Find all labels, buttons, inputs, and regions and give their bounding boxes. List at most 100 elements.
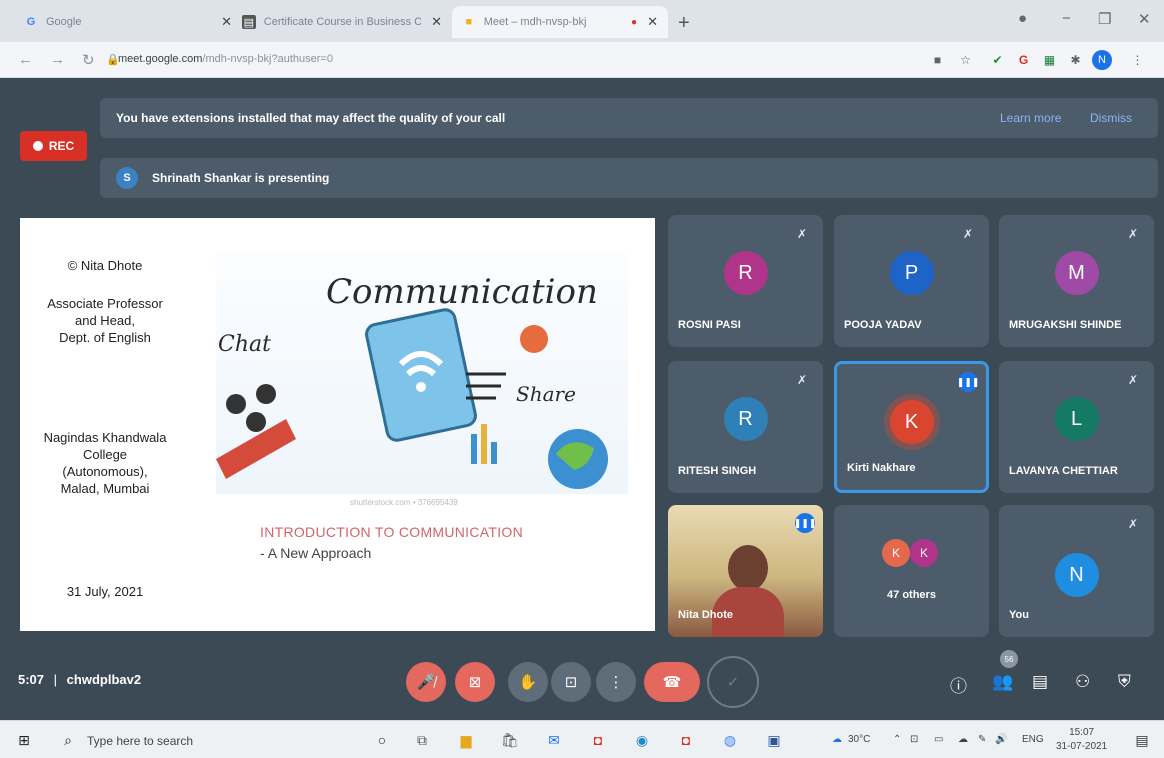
clock[interactable]: 15:07 31-07-2021 (1056, 726, 1107, 754)
star-icon[interactable]: ☆ (958, 52, 973, 67)
url-field[interactable]: meet.google.com/mdh-nvsp-bkj?authuser=0 (118, 53, 333, 65)
cloud-icon[interactable]: ☁ (958, 734, 968, 745)
participant-name: Nita Dhote (678, 609, 733, 621)
dismiss-link[interactable]: Dismiss (1090, 111, 1132, 125)
participant-tile[interactable]: ✗ M MRUGAKSHI SHINDE (999, 215, 1154, 347)
mic-off-icon: ✗ (797, 227, 808, 241)
maximize-button[interactable]: ❐ (1098, 10, 1111, 28)
pen-icon[interactable]: ✎ (978, 734, 986, 745)
presenting-banner: S Shrinath Shankar is presenting (100, 158, 1158, 198)
college-line-3: (Autonomous), (62, 464, 148, 479)
profile-avatar[interactable]: N (1092, 50, 1112, 70)
presentation-slide: © Nita Dhote Associate Professor and Hea… (20, 218, 655, 631)
mic-off-icon: ✗ (1128, 227, 1139, 241)
volume-icon[interactable]: 🔊 (995, 734, 1007, 745)
chat-icon[interactable]: ▤ (1032, 672, 1048, 692)
role-line-1: Associate Professor (47, 296, 163, 311)
self-tile[interactable]: ✗ N You (999, 505, 1154, 637)
people-icon[interactable]: 👥 (992, 672, 1013, 692)
host-controls-icon[interactable]: ⛨ (1118, 672, 1131, 692)
avatar: M (1054, 251, 1099, 295)
mcafee-icon-2[interactable]: ◘ (676, 730, 696, 750)
presenter-avatar: S (116, 167, 138, 189)
doc-icon: ▤ (242, 15, 256, 29)
profile-dot-icon[interactable]: ● (1018, 10, 1027, 27)
participant-video-tile[interactable]: ❚❚❚ Nita Dhote (668, 505, 823, 637)
mcafee-icon[interactable]: ◘ (588, 730, 608, 750)
tray-overflow-icon[interactable]: ⌃ (893, 734, 901, 745)
slide-subtitle: - A New Approach (260, 545, 372, 561)
task-view-icon[interactable]: ⧉ (412, 730, 432, 750)
url-path: /mdh-nvsp-bkj?authuser=0 (202, 53, 333, 65)
extensions-banner: You have extensions installed that may a… (100, 98, 1158, 138)
weather-temp[interactable]: 30°C (848, 734, 870, 745)
others-count-label: 47 others (887, 589, 936, 601)
camera-off-icon: ⊠ (468, 674, 482, 691)
speaking-indicator-icon: ❚❚❚ (957, 372, 979, 392)
more-options-button[interactable]: ⋮ (596, 662, 636, 702)
check-extension-icon[interactable]: ✔ (990, 52, 1005, 67)
slide-title: INTRODUCTION TO COMMUNICATION (260, 524, 524, 540)
notifications-icon[interactable]: ▤ (1132, 730, 1152, 750)
battery-icon[interactable]: ▭ (934, 734, 943, 745)
file-explorer-icon[interactable]: ▆ (456, 730, 476, 750)
word-icon[interactable]: ▣ (764, 730, 784, 750)
browser-tab-bar: G Google ✕ ▤ Certificate Course in Busin… (0, 0, 1164, 42)
avatar: L (1054, 397, 1099, 441)
present-button[interactable]: ⊡ (551, 662, 591, 702)
camera-icon[interactable]: ■ (930, 52, 945, 67)
meeting-details[interactable]: 5:07 | chwdplbav2 (18, 672, 141, 687)
chrome-icon[interactable]: ◍ (720, 730, 740, 750)
puzzle-icon[interactable]: ✱ (1068, 52, 1083, 67)
more-vert-icon: ⋮ (608, 674, 624, 691)
copyright-text: © Nita Dhote (67, 258, 143, 273)
learn-more-link[interactable]: Learn more (1000, 111, 1061, 125)
windows-start-icon[interactable]: ⊞ (14, 730, 34, 750)
hang-up-icon: ☎ (662, 674, 682, 691)
cortana-icon[interactable]: ○ (372, 730, 392, 750)
forward-icon[interactable]: → (50, 51, 65, 68)
url-host: meet.google.com (118, 53, 203, 65)
new-tab-button[interactable]: + (678, 12, 690, 35)
camera-toggle-button[interactable]: ⊠ (455, 662, 495, 702)
tab-meet[interactable]: ■ Meet – mdh-nvsp-bkj ● ✕ (452, 6, 668, 38)
close-window-button[interactable]: ✕ (1138, 10, 1151, 28)
participant-tile-speaking[interactable]: ❚❚❚ K Kirti Nakhare (834, 361, 989, 493)
close-icon[interactable]: ✕ (637, 14, 658, 30)
edge-icon[interactable]: ◉ (632, 730, 652, 750)
mic-toggle-button[interactable]: 🎤̸ (406, 662, 446, 702)
participant-tile[interactable]: ✗ R ROSNI PASI (668, 215, 823, 347)
reload-icon[interactable]: ↻ (82, 51, 95, 69)
tab-certificate-course[interactable]: ▤ Certificate Course in Business Co ✕ (232, 6, 452, 38)
search-icon[interactable]: ⌕ (58, 730, 78, 750)
mail-icon[interactable]: ✉ (544, 730, 564, 750)
participant-tile[interactable]: ✗ R RITESH SINGH (668, 361, 823, 493)
network-icon[interactable]: ⊡ (910, 734, 918, 745)
tab-google[interactable]: G Google ✕ (14, 6, 242, 38)
avatar: P (889, 251, 934, 295)
minimize-button[interactable]: − (1062, 10, 1071, 27)
meeting-info-icon[interactable]: ⓘ (950, 672, 967, 697)
close-icon[interactable]: ✕ (211, 14, 232, 30)
taskbar-search-input[interactable]: Type here to search (87, 734, 193, 748)
rec-badge: REC (20, 131, 87, 161)
participant-name: Kirti Nakhare (847, 462, 916, 474)
activities-icon[interactable]: ⚇ (1075, 672, 1090, 692)
meeting-code: chwdplbav2 (66, 672, 142, 687)
menu-icon[interactable]: ⋮ (1130, 52, 1145, 67)
grammarly-icon[interactable]: G (1016, 52, 1031, 67)
checkmark-overlay-icon: ✓ (707, 656, 759, 708)
meet-controls-bar: 5:07 | chwdplbav2 🎤̸ ⊠ ✋ ⊡ ⋮ ☎ ✓ ⓘ 56 👥 … (0, 630, 1164, 720)
language-indicator[interactable]: ENG (1022, 734, 1044, 745)
store-icon[interactable]: 🛍 (500, 730, 520, 750)
back-icon[interactable]: ← (18, 51, 33, 68)
participant-tile[interactable]: ✗ L LAVANYA CHETTIAR (999, 361, 1154, 493)
raise-hand-button[interactable]: ✋ (508, 662, 548, 702)
others-tile[interactable]: K K 47 others (834, 505, 989, 637)
role-line-2: and Head, (75, 313, 135, 328)
sheets-icon[interactable]: ▦ (1042, 52, 1057, 67)
illustration-graphic (216, 308, 608, 489)
leave-call-button[interactable]: ☎ (644, 662, 700, 702)
close-icon[interactable]: ✕ (421, 14, 442, 30)
participant-tile[interactable]: ✗ P POOJA YADAV (834, 215, 989, 347)
